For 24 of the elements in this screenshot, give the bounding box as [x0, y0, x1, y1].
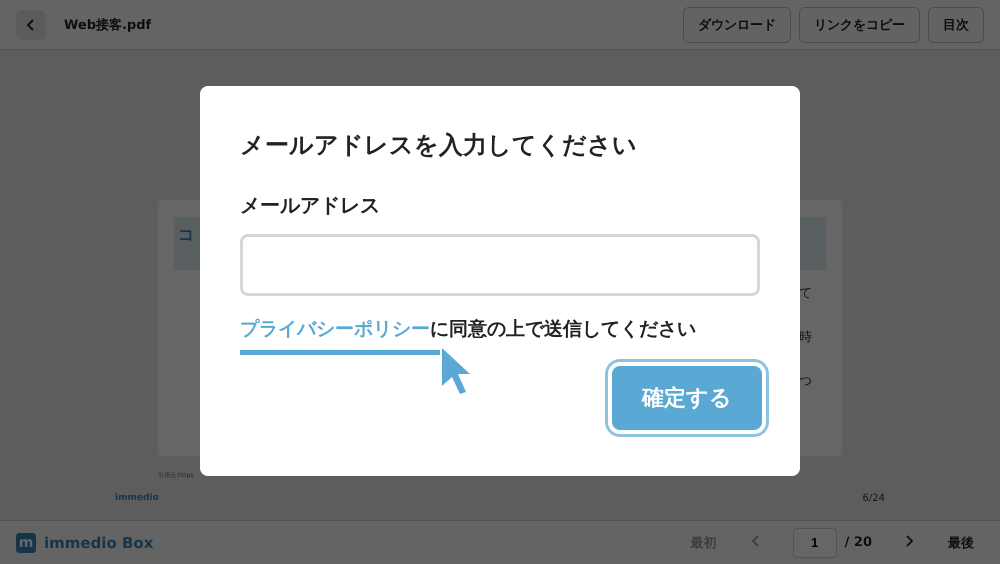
heading-text: コ: [178, 225, 194, 244]
field-label: メールアドレス: [240, 192, 381, 219]
back-button[interactable]: [16, 10, 46, 40]
header-button[interactable]: リンクをコピー: [799, 6, 920, 42]
privacy-policy-link[interactable]: プライバシーポリシー: [240, 318, 430, 340]
consent-text: に同意の上で送信してください: [430, 318, 696, 340]
file-name: Web接客.pdf: [64, 16, 152, 34]
brand-name: immedio Box: [44, 534, 154, 552]
confirm-button[interactable]: 確定する: [608, 362, 766, 434]
document-text: 時: [799, 329, 812, 346]
document-text: て: [799, 285, 812, 302]
email-field[interactable]: [240, 234, 760, 296]
dialog-title: メールアドレスを入力してください: [240, 130, 638, 161]
header-button[interactable]: ダウンロード: [683, 6, 791, 42]
page-total: / 20: [844, 535, 872, 550]
header-button[interactable]: 目次: [928, 6, 984, 42]
page-input[interactable]: 1: [792, 528, 837, 558]
chevron-left-icon: [750, 535, 761, 547]
chevron-right-icon: [904, 535, 914, 547]
document-logo: immedio: [115, 493, 159, 504]
page-number: 6/24: [862, 493, 885, 504]
brand-logo-icon: m: [16, 532, 36, 552]
last-page-button[interactable]: 最後: [938, 530, 984, 556]
document-text: つ: [799, 373, 812, 390]
